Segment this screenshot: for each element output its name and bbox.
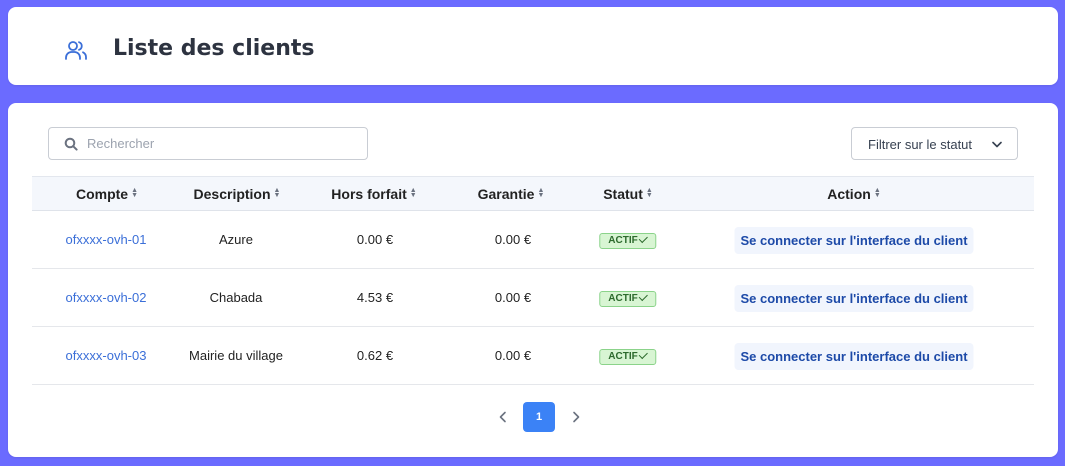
chevron-down-icon	[992, 141, 1002, 148]
description-cell: Chabada	[209, 290, 263, 305]
description-cell: Azure	[219, 232, 253, 247]
search-input[interactable]	[87, 128, 363, 159]
account-link[interactable]: ofxxxx-ovh-01	[66, 232, 147, 247]
column-header-compte[interactable]: Compte ▲ ▼	[76, 186, 138, 202]
hors-forfait-cell: 4.53 €	[356, 290, 394, 305]
sort-icon: ▲ ▼	[131, 187, 139, 199]
users-icon	[65, 41, 87, 60]
sort-icon: ▲ ▼	[273, 187, 281, 199]
table-header: Compte ▲ ▼ Description ▲ ▼ Hors forfait ▲ ▼ Ga…	[32, 176, 1034, 211]
clients-panel: Filtrer sur le statut Compte▲▼ Descripti…	[8, 103, 1058, 457]
connect-client-button[interactable]: Se connecter sur l'interface du client	[734, 285, 974, 312]
account-link[interactable]: ofxxxx-ovh-03	[66, 348, 147, 363]
status-badge: ACTIF	[599, 349, 657, 365]
connect-client-button[interactable]: Se connecter sur l'interface du client	[734, 227, 974, 254]
column-header-statut[interactable]: Statut ▲ ▼	[603, 186, 653, 202]
column-header-action[interactable]: Action ▲ ▼	[827, 186, 881, 202]
column-header-hors-forfait[interactable]: Hors forfait ▲ ▼	[331, 186, 416, 202]
check-icon	[639, 291, 649, 302]
page-title: Liste des clients	[113, 36, 315, 61]
table-row: ofxxxx-ovh-02 Chabada 4.53 € 0.00 € ACTI…	[32, 269, 1034, 327]
sort-icon: ▲ ▼	[537, 187, 545, 199]
account-link[interactable]: ofxxxx-ovh-02	[66, 290, 147, 305]
column-header-garantie[interactable]: Garantie ▲ ▼	[478, 186, 545, 202]
hors-forfait-cell: 0.00 €	[356, 232, 394, 247]
status-badge: ACTIF	[599, 291, 657, 307]
table-row: ofxxxx-ovh-01 Azure 0.00 € 0.00 € ACTIF …	[32, 211, 1034, 269]
status-badge: ACTIF	[599, 233, 657, 249]
garantie-cell: 0.00 €	[494, 290, 532, 305]
chevron-right-icon[interactable]	[571, 411, 581, 423]
hors-forfait-cell: 0.62 €	[356, 348, 394, 363]
search-box[interactable]	[48, 127, 368, 160]
check-icon	[639, 349, 649, 360]
chevron-left-icon[interactable]	[498, 411, 508, 423]
sort-icon: ▲ ▼	[409, 187, 417, 199]
header-card: Liste des clients	[8, 7, 1058, 85]
connect-client-button[interactable]: Se connecter sur l'interface du client	[734, 343, 974, 370]
sort-icon: ▲ ▼	[645, 187, 653, 199]
garantie-cell: 0.00 €	[494, 232, 532, 247]
status-filter-label: Filtrer sur le statut	[868, 137, 973, 152]
description-cell: Mairie du village	[189, 348, 283, 363]
search-icon	[64, 137, 78, 151]
sort-icon: ▲ ▼	[873, 187, 881, 199]
garantie-cell: 0.00 €	[494, 348, 532, 363]
page-button-current[interactable]: 1	[523, 402, 555, 432]
column-header-description[interactable]: Description ▲ ▼	[194, 186, 281, 202]
status-filter-select[interactable]: Filtrer sur le statut	[851, 127, 1018, 160]
table-row: ofxxxx-ovh-03 Mairie du village 0.62 € 0…	[32, 327, 1034, 385]
check-icon	[639, 233, 649, 244]
